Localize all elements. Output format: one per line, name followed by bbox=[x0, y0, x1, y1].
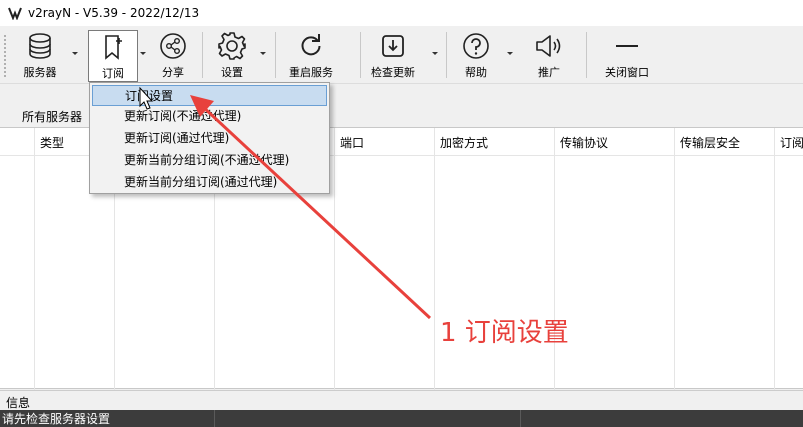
subscription-dropdown-arrow[interactable] bbox=[140, 52, 146, 55]
gear-icon bbox=[216, 30, 248, 62]
grid-column-divider bbox=[34, 128, 35, 390]
close-window-button[interactable]: 关闭窗口 bbox=[598, 30, 656, 82]
toolbar-separator bbox=[446, 32, 447, 78]
share-icon bbox=[157, 30, 189, 62]
column-header-encryption[interactable]: 加密方式 bbox=[440, 134, 488, 151]
servers-button[interactable]: 服务器 bbox=[16, 30, 64, 82]
servers-dropdown-arrow[interactable] bbox=[72, 52, 78, 55]
toolbar-separator bbox=[586, 32, 587, 78]
column-header-subscription[interactable]: 订阅 bbox=[780, 134, 803, 151]
minus-icon bbox=[611, 30, 643, 62]
grid-column-divider bbox=[434, 128, 435, 390]
tab-all-servers[interactable]: 所有服务器 bbox=[12, 108, 97, 126]
column-header-type[interactable]: 类型 bbox=[40, 134, 64, 151]
check-update-button[interactable]: 检查更新 bbox=[364, 30, 422, 82]
menu-item-update-group-via-proxy[interactable]: 更新当前分组订阅(通过代理) bbox=[92, 172, 327, 193]
menu-item-update-group-no-proxy[interactable]: 更新当前分组订阅(不通过代理) bbox=[92, 150, 327, 171]
grid-column-divider bbox=[334, 128, 335, 390]
status-bar-divider bbox=[520, 410, 521, 427]
info-panel-label: 信息 bbox=[6, 396, 31, 410]
refresh-icon bbox=[295, 30, 327, 62]
check-update-dropdown-arrow[interactable] bbox=[432, 52, 438, 55]
column-header-transport[interactable]: 传输协议 bbox=[560, 134, 608, 151]
settings-button[interactable]: 设置 bbox=[208, 30, 256, 82]
status-text: 请先检查服务器设置 bbox=[2, 412, 111, 426]
column-header-port[interactable]: 端口 bbox=[340, 134, 364, 151]
toolbar-grip[interactable] bbox=[3, 34, 7, 78]
help-dropdown-arrow[interactable] bbox=[507, 52, 513, 55]
megaphone-icon bbox=[533, 30, 565, 62]
title-bar: v2rayN - V5.39 - 2022/12/13 bbox=[0, 0, 803, 26]
subscription-button[interactable]: 订阅 bbox=[88, 30, 138, 82]
column-header-tls[interactable]: 传输层安全 bbox=[680, 134, 740, 151]
grid-column-divider bbox=[774, 128, 775, 390]
download-icon bbox=[377, 30, 409, 62]
toolbar-separator bbox=[360, 32, 361, 78]
annotation-label: 1 订阅设置 bbox=[440, 318, 569, 348]
grid-column-divider bbox=[674, 128, 675, 390]
help-button[interactable]: 帮助 bbox=[454, 30, 498, 82]
menu-item-subscription-settings[interactable]: 订阅设置 bbox=[92, 85, 327, 106]
settings-dropdown-arrow[interactable] bbox=[260, 52, 266, 55]
restart-service-button[interactable]: 重启服务 bbox=[282, 30, 340, 82]
help-icon bbox=[460, 30, 492, 62]
window-title: v2rayN - V5.39 - 2022/12/13 bbox=[28, 6, 200, 20]
menu-item-update-via-proxy[interactable]: 更新订阅(通过代理) bbox=[92, 128, 327, 149]
toolbar-separator bbox=[202, 32, 203, 78]
toolbar-separator bbox=[275, 32, 276, 78]
subscription-menu: 订阅设置 更新订阅(不通过代理) 更新订阅(通过代理) 更新当前分组订阅(不通过… bbox=[89, 82, 330, 194]
bookmark-plus-icon bbox=[97, 31, 129, 63]
share-button[interactable]: 分享 bbox=[150, 30, 196, 82]
status-bar-divider bbox=[214, 410, 215, 427]
v2rayn-logo-icon bbox=[8, 7, 22, 20]
menu-item-update-no-proxy[interactable]: 更新订阅(不通过代理) bbox=[92, 106, 327, 127]
promotion-button[interactable]: 推广 bbox=[526, 30, 572, 82]
info-panel: 信息 bbox=[0, 390, 803, 410]
grid-column-divider bbox=[554, 128, 555, 390]
database-icon bbox=[24, 30, 56, 62]
status-bar: 请先检查服务器设置 bbox=[0, 410, 803, 427]
main-toolbar: 服务器 订阅 分享 设置 重启服务 检查更新 帮助 推广 关闭窗口 bbox=[0, 26, 803, 84]
